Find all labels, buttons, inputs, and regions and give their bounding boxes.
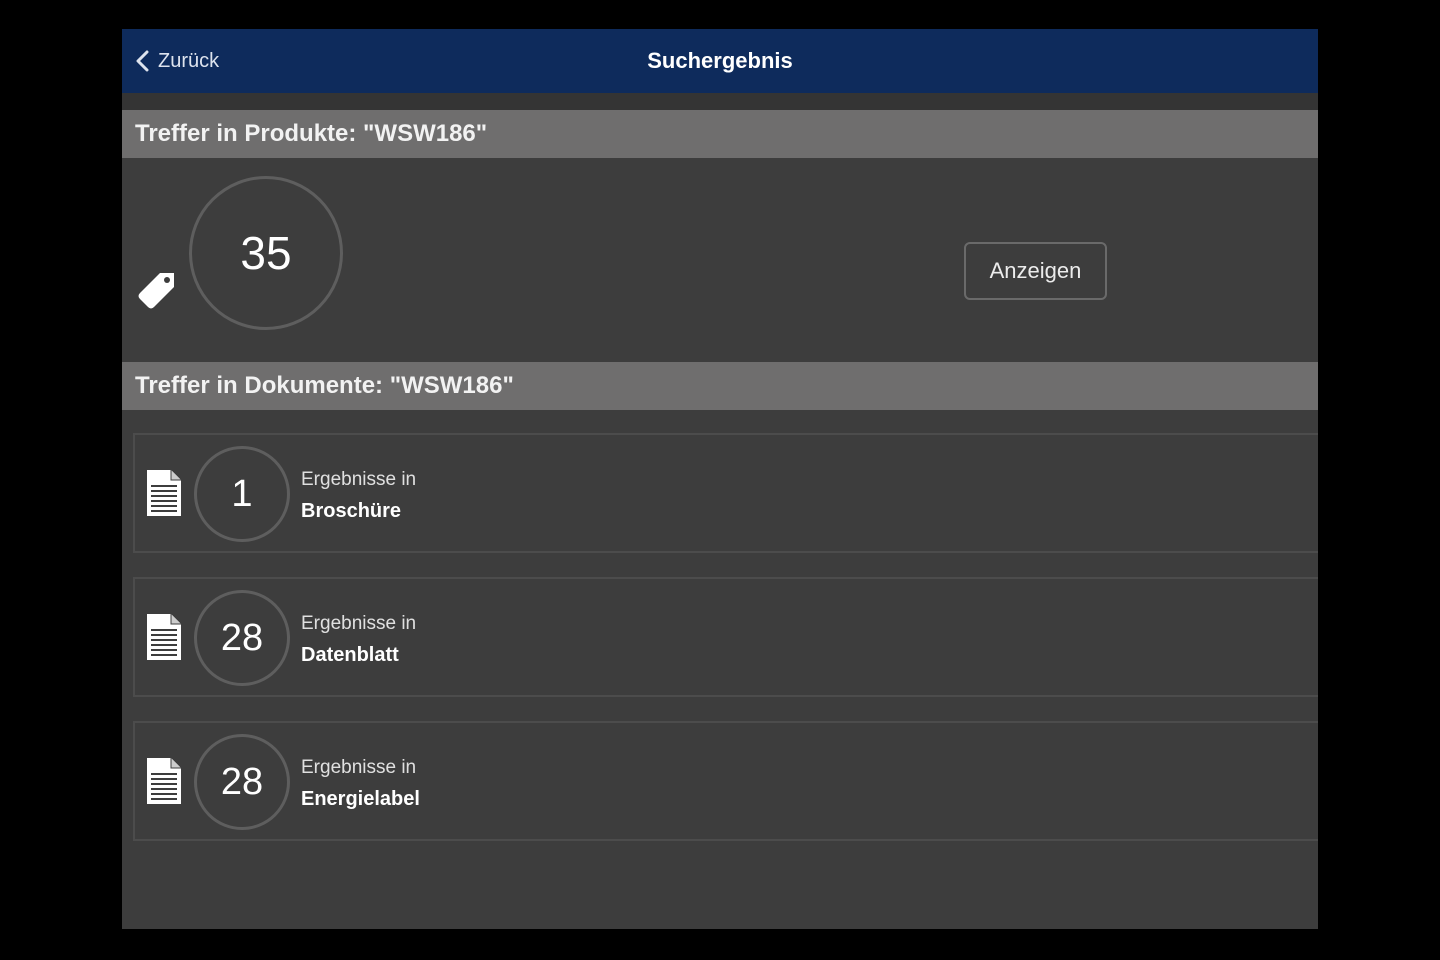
document-row-brochure[interactable]: 1 Ergebnisse in Broschüre [133, 433, 1318, 553]
results-in-label: Ergebnisse in [301, 613, 417, 634]
navbar-divider [122, 93, 1318, 111]
document-type-name: Datenblatt [301, 644, 399, 666]
document-row-energy-label[interactable]: 28 Ergebnisse in Energielabel [133, 721, 1318, 841]
results-in-label: Ergebnisse in [301, 757, 417, 778]
document-row-datasheet[interactable]: 28 Ergebnisse in Datenblatt [133, 577, 1318, 697]
products-section-header: Treffer in Produkte: "WSW186" [122, 110, 1318, 158]
document-type-name: Broschüre [301, 500, 402, 522]
document-type-name: Energielabel [301, 788, 420, 810]
document-icon [147, 470, 181, 516]
document-count-badge: 1 [194, 446, 290, 542]
show-products-button[interactable]: Anzeigen [964, 242, 1107, 300]
navigation-bar: Zurück Suchergebnis [122, 29, 1318, 93]
page-title: Suchergebnis [647, 48, 793, 73]
product-count-badge: 35 [189, 176, 343, 330]
document-icon [147, 614, 181, 660]
search-results-screen: Zurück Suchergebnis Treffer in Produkte:… [122, 29, 1318, 929]
document-icon [147, 758, 181, 804]
price-tag-icon [138, 273, 174, 309]
documents-section-header: Treffer in Dokumente: "WSW186" [122, 362, 1318, 410]
results-in-label: Ergebnisse in [301, 469, 417, 490]
document-count-badge: 28 [194, 590, 290, 686]
document-count-badge: 28 [194, 734, 290, 830]
